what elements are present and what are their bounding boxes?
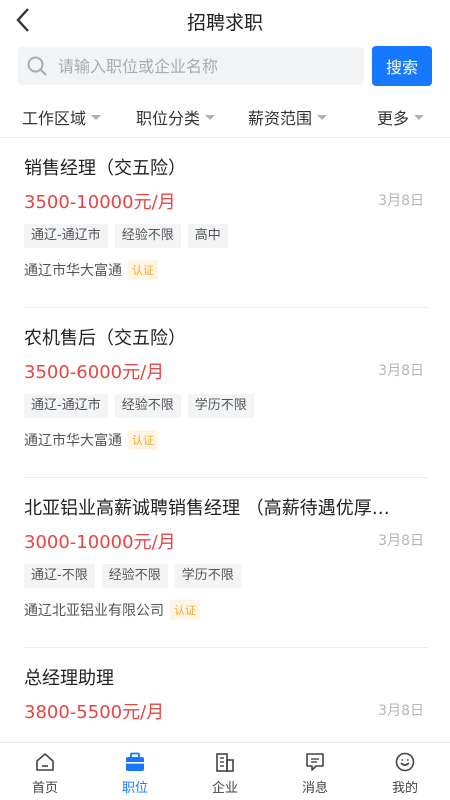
job-tags: 通辽-通辽市 经验不限 学历不限 bbox=[24, 394, 261, 418]
profile-icon bbox=[395, 752, 415, 772]
bottom-tab-bar: 首页 职位 企业 消息 我的 bbox=[0, 742, 450, 800]
tag-experience: 经验不限 bbox=[114, 394, 181, 418]
tab-label: 企业 bbox=[211, 781, 238, 796]
job-tags: 通辽-通辽市 经验不限 高中 bbox=[24, 224, 235, 248]
search-button[interactable]: 搜索 bbox=[372, 46, 432, 86]
tag-experience: 经验不限 bbox=[101, 564, 168, 588]
job-salary: 3500-6000元/月 bbox=[24, 362, 165, 383]
job-tags: 通辽-不限 经验不限 学历不限 bbox=[24, 564, 248, 588]
tab-home[interactable]: 首页 bbox=[0, 743, 90, 800]
verified-badge: 认证 bbox=[170, 600, 200, 620]
tab-label: 消息 bbox=[301, 781, 328, 796]
job-date: 3月8日 bbox=[378, 363, 424, 379]
app-header: 招聘求职 bbox=[0, 0, 450, 40]
filter-label: 薪资范围 bbox=[248, 109, 313, 128]
job-card[interactable]: 北亚铝业高薪诚聘销售经理 （高薪待遇优厚… 3000-10000元/月 3月8日… bbox=[24, 478, 428, 648]
job-date: 3月8日 bbox=[378, 533, 424, 549]
filter-label: 工作区域 bbox=[22, 109, 87, 128]
filter-label: 职位分类 bbox=[136, 109, 201, 128]
tag-education: 高中 bbox=[187, 224, 228, 248]
search-input[interactable] bbox=[58, 47, 358, 85]
search-bar: 搜索 bbox=[0, 46, 450, 88]
job-card[interactable]: 总经理助理 3800-5500元/月 3月8日 bbox=[24, 648, 428, 742]
job-title: 农机售后（交五险） bbox=[24, 328, 186, 349]
company-name: 通辽市华大富通 bbox=[24, 263, 122, 279]
briefcase-icon bbox=[126, 752, 144, 771]
job-salary: 3500-10000元/月 bbox=[24, 192, 176, 213]
filter-job-category[interactable]: 职位分类 bbox=[136, 106, 216, 128]
verified-badge: 认证 bbox=[128, 260, 158, 280]
filter-more[interactable]: 更多 bbox=[377, 106, 425, 128]
tag-education: 学历不限 bbox=[174, 564, 241, 588]
caret-down-icon bbox=[91, 114, 102, 120]
tab-jobs[interactable]: 职位 bbox=[90, 743, 180, 800]
tab-label: 职位 bbox=[121, 781, 148, 796]
caret-down-icon bbox=[317, 114, 328, 120]
caret-down-icon bbox=[414, 114, 425, 120]
filter-label: 更多 bbox=[377, 109, 410, 128]
building-icon bbox=[216, 753, 234, 772]
job-company: 通辽北亚铝业有限公司 认证 bbox=[24, 600, 200, 620]
filter-bar: 工作区域 职位分类 薪资范围 更多 bbox=[0, 96, 450, 138]
tag-experience: 经验不限 bbox=[114, 224, 181, 248]
job-company: 通辽市华大富通 认证 bbox=[24, 430, 158, 450]
tag-location: 通辽-不限 bbox=[24, 564, 95, 588]
job-card[interactable]: 农机售后（交五险） 3500-6000元/月 3月8日 通辽-通辽市 经验不限 … bbox=[24, 308, 428, 478]
job-company: 通辽市华大富通 认证 bbox=[24, 260, 158, 280]
caret-down-icon bbox=[205, 114, 216, 120]
home-icon bbox=[36, 753, 54, 771]
job-salary: 3800-5500元/月 bbox=[24, 702, 165, 723]
tab-label: 我的 bbox=[391, 781, 418, 796]
company-name: 通辽市华大富通 bbox=[24, 433, 122, 449]
page-title: 招聘求职 bbox=[186, 12, 263, 34]
message-icon bbox=[306, 753, 324, 771]
tab-companies[interactable]: 企业 bbox=[180, 743, 270, 800]
job-title: 总经理助理 bbox=[24, 668, 114, 689]
job-title: 北亚铝业高薪诚聘销售经理 （高薪待遇优厚… bbox=[24, 498, 390, 519]
filter-salary-range[interactable]: 薪资范围 bbox=[248, 106, 328, 128]
job-title: 销售经理（交五险） bbox=[24, 158, 186, 179]
job-date: 3月8日 bbox=[378, 703, 424, 719]
job-salary: 3000-10000元/月 bbox=[24, 532, 176, 553]
search-box[interactable] bbox=[18, 47, 364, 85]
job-date: 3月8日 bbox=[378, 193, 424, 209]
tab-label: 首页 bbox=[31, 781, 58, 796]
tab-profile[interactable]: 我的 bbox=[360, 743, 450, 800]
tag-location: 通辽-通辽市 bbox=[24, 394, 108, 418]
tag-location: 通辽-通辽市 bbox=[24, 224, 108, 248]
company-name: 通辽北亚铝业有限公司 bbox=[24, 603, 164, 619]
tab-messages[interactable]: 消息 bbox=[270, 743, 360, 800]
verified-badge: 认证 bbox=[128, 430, 158, 450]
tag-education: 学历不限 bbox=[187, 394, 254, 418]
job-card[interactable]: 销售经理（交五险） 3500-10000元/月 3月8日 通辽-通辽市 经验不限… bbox=[24, 138, 428, 308]
search-icon bbox=[27, 56, 47, 76]
filter-work-area[interactable]: 工作区域 bbox=[22, 106, 102, 128]
